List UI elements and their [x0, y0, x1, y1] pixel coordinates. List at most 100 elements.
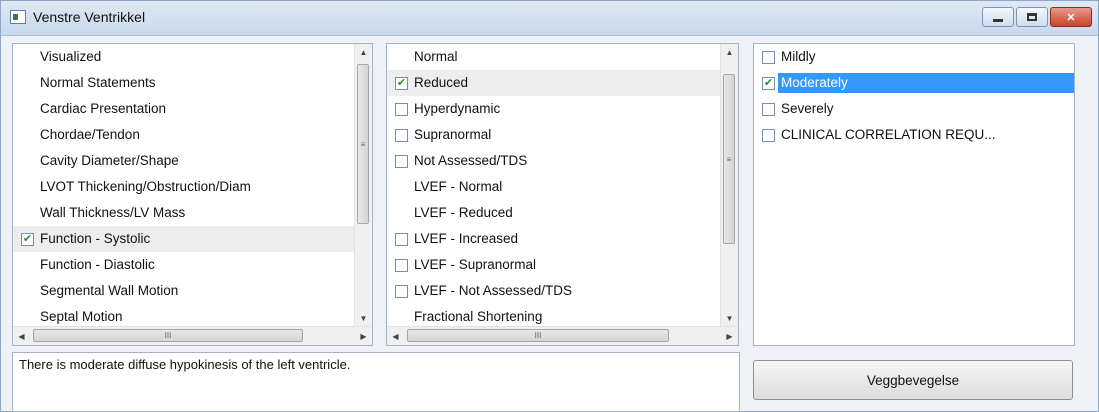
app-icon: [10, 10, 26, 24]
finding-horizontal-scrollbar[interactable]: ◀ III ▶: [387, 326, 738, 345]
window-title: Venstre Ventrikkel: [33, 9, 146, 25]
checkbox[interactable]: [395, 258, 408, 272]
finding-item-label: Fractional Shortening: [414, 309, 543, 324]
finding-item[interactable]: ✔ Reduced: [387, 70, 721, 96]
finding-item[interactable]: LVEF - Supranormal: [387, 252, 721, 278]
title-bar[interactable]: Venstre Ventrikkel ✕: [1, 1, 1098, 36]
checkbox[interactable]: [762, 128, 775, 142]
category-item[interactable]: Visualized: [13, 44, 355, 70]
checkmark-icon: ✔: [763, 76, 774, 89]
finding-item[interactable]: Not Assessed/TDS: [387, 148, 721, 174]
scroll-down-icon[interactable]: ▼: [355, 310, 372, 327]
category-item-label: Wall Thickness/LV Mass: [40, 205, 186, 220]
severity-item-label: Moderately: [778, 73, 1074, 93]
category-item-label: Segmental Wall Motion: [40, 283, 179, 298]
severity-list: Mildly ✔ Moderately Severely CLINICAL CORREL…: [754, 44, 1074, 345]
checkbox[interactable]: ✔: [762, 76, 775, 90]
maximize-button[interactable]: [1016, 7, 1048, 27]
finding-item[interactable]: LVEF - Not Assessed/TDS: [387, 278, 721, 304]
category-item[interactable]: Function - Diastolic: [13, 252, 355, 278]
finding-item-label: LVEF - Supranormal: [414, 257, 537, 272]
checkmark-icon: ✔: [22, 232, 33, 245]
scroll-up-icon[interactable]: ▲: [721, 44, 738, 61]
finding-item[interactable]: Normal: [387, 44, 721, 70]
scroll-right-icon[interactable]: ▶: [355, 327, 372, 345]
scroll-left-icon[interactable]: ◀: [387, 327, 404, 345]
checkbox[interactable]: [395, 102, 408, 116]
minimize-button[interactable]: [982, 7, 1014, 27]
checkbox[interactable]: [395, 284, 408, 298]
category-list: Visualized Normal Statements Cardiac Prese…: [13, 44, 355, 327]
checkbox[interactable]: [762, 50, 775, 64]
checkbox[interactable]: ✔: [395, 76, 408, 90]
finding-item-label: Not Assessed/TDS: [414, 153, 528, 168]
severity-item[interactable]: ✔ Moderately: [754, 70, 1074, 96]
finding-item-label: LVEF - Normal: [414, 179, 503, 194]
checkbox[interactable]: [395, 154, 408, 168]
finding-item-label: Supranormal: [414, 127, 492, 142]
maximize-icon: [1027, 13, 1037, 21]
category-horizontal-scrollbar[interactable]: ◀ III ▶: [13, 326, 372, 345]
finding-listbox[interactable]: Normal ✔ Reduced Hyperdynamic Supranormal Not…: [386, 43, 739, 346]
finding-item-label: Hyperdynamic: [414, 101, 501, 116]
veggbevegelse-button[interactable]: Veggbevegelse: [753, 360, 1073, 400]
category-item[interactable]: Cavity Diameter/Shape: [13, 148, 355, 174]
finding-item[interactable]: LVEF - Reduced: [387, 200, 721, 226]
category-item[interactable]: Segmental Wall Motion: [13, 278, 355, 304]
category-item[interactable]: Normal Statements: [13, 70, 355, 96]
finding-item[interactable]: Fractional Shortening: [387, 304, 721, 327]
category-item-label: Cardiac Presentation: [40, 101, 167, 116]
checkbox[interactable]: [395, 232, 408, 246]
category-item-label: LVOT Thickening/Obstruction/Diam: [40, 179, 251, 194]
finding-item-label: LVEF - Reduced: [414, 205, 513, 220]
scroll-right-icon[interactable]: ▶: [721, 327, 738, 345]
category-item[interactable]: ✔ Function - Systolic: [13, 226, 355, 252]
checkmark-icon: ✔: [396, 76, 407, 89]
finding-item[interactable]: LVEF - Normal: [387, 174, 721, 200]
scroll-down-icon[interactable]: ▼: [721, 310, 738, 327]
severity-item[interactable]: CLINICAL CORRELATION REQU...: [754, 122, 1074, 148]
severity-item[interactable]: Severely: [754, 96, 1074, 122]
category-item[interactable]: Cardiac Presentation: [13, 96, 355, 122]
category-item-label: Septal Motion: [40, 309, 123, 324]
finding-list: Normal ✔ Reduced Hyperdynamic Supranormal Not…: [387, 44, 721, 327]
category-item-label: Normal Statements: [40, 75, 156, 90]
finding-item-label: LVEF - Increased: [414, 231, 519, 246]
hscroll-thumb[interactable]: III: [33, 329, 303, 342]
minimize-icon: [993, 18, 1003, 22]
checkbox[interactable]: [395, 128, 408, 142]
checkbox[interactable]: [762, 102, 775, 116]
finding-item[interactable]: Hyperdynamic: [387, 96, 721, 122]
category-vertical-scrollbar[interactable]: ▲ ≡ ▼: [354, 44, 372, 327]
checkbox[interactable]: ✔: [21, 232, 34, 246]
category-item-label: Function - Diastolic: [40, 257, 155, 272]
report-text-area[interactable]: There is moderate diffuse hypokinesis of…: [12, 352, 740, 412]
close-icon: ✕: [1066, 11, 1076, 24]
finding-item[interactable]: LVEF - Increased: [387, 226, 721, 252]
hscroll-thumb[interactable]: III: [407, 329, 669, 342]
category-item[interactable]: Chordae/Tendon: [13, 122, 355, 148]
finding-item[interactable]: Supranormal: [387, 122, 721, 148]
finding-vertical-scrollbar[interactable]: ▲ ≡ ▼: [720, 44, 738, 327]
severity-item[interactable]: Mildly: [754, 44, 1074, 70]
scroll-left-icon[interactable]: ◀: [13, 327, 30, 345]
severity-item-label: Mildly: [781, 49, 816, 64]
dialog-window: Venstre Ventrikkel ✕ Visualized Normal St…: [0, 0, 1099, 412]
category-listbox[interactable]: Visualized Normal Statements Cardiac Prese…: [12, 43, 373, 346]
scroll-thumb[interactable]: ≡: [357, 64, 369, 224]
finding-item-label: LVEF - Not Assessed/TDS: [414, 283, 573, 298]
category-item-label: Cavity Diameter/Shape: [40, 153, 179, 168]
severity-listbox[interactable]: Mildly ✔ Moderately Severely CLINICAL CORREL…: [753, 43, 1075, 346]
severity-item-label: CLINICAL CORRELATION REQU...: [781, 127, 996, 142]
finding-item-label: Normal: [414, 49, 458, 64]
category-item-label: Chordae/Tendon: [40, 127, 140, 142]
scroll-up-icon[interactable]: ▲: [355, 44, 372, 61]
caption-buttons: ✕: [982, 7, 1092, 27]
category-item[interactable]: LVOT Thickening/Obstruction/Diam: [13, 174, 355, 200]
close-button[interactable]: ✕: [1050, 7, 1092, 27]
scroll-thumb[interactable]: ≡: [723, 74, 735, 244]
category-item[interactable]: Septal Motion: [13, 304, 355, 327]
finding-item-label: Reduced: [414, 75, 469, 90]
category-item[interactable]: Wall Thickness/LV Mass: [13, 200, 355, 226]
severity-item-label: Severely: [781, 101, 834, 116]
